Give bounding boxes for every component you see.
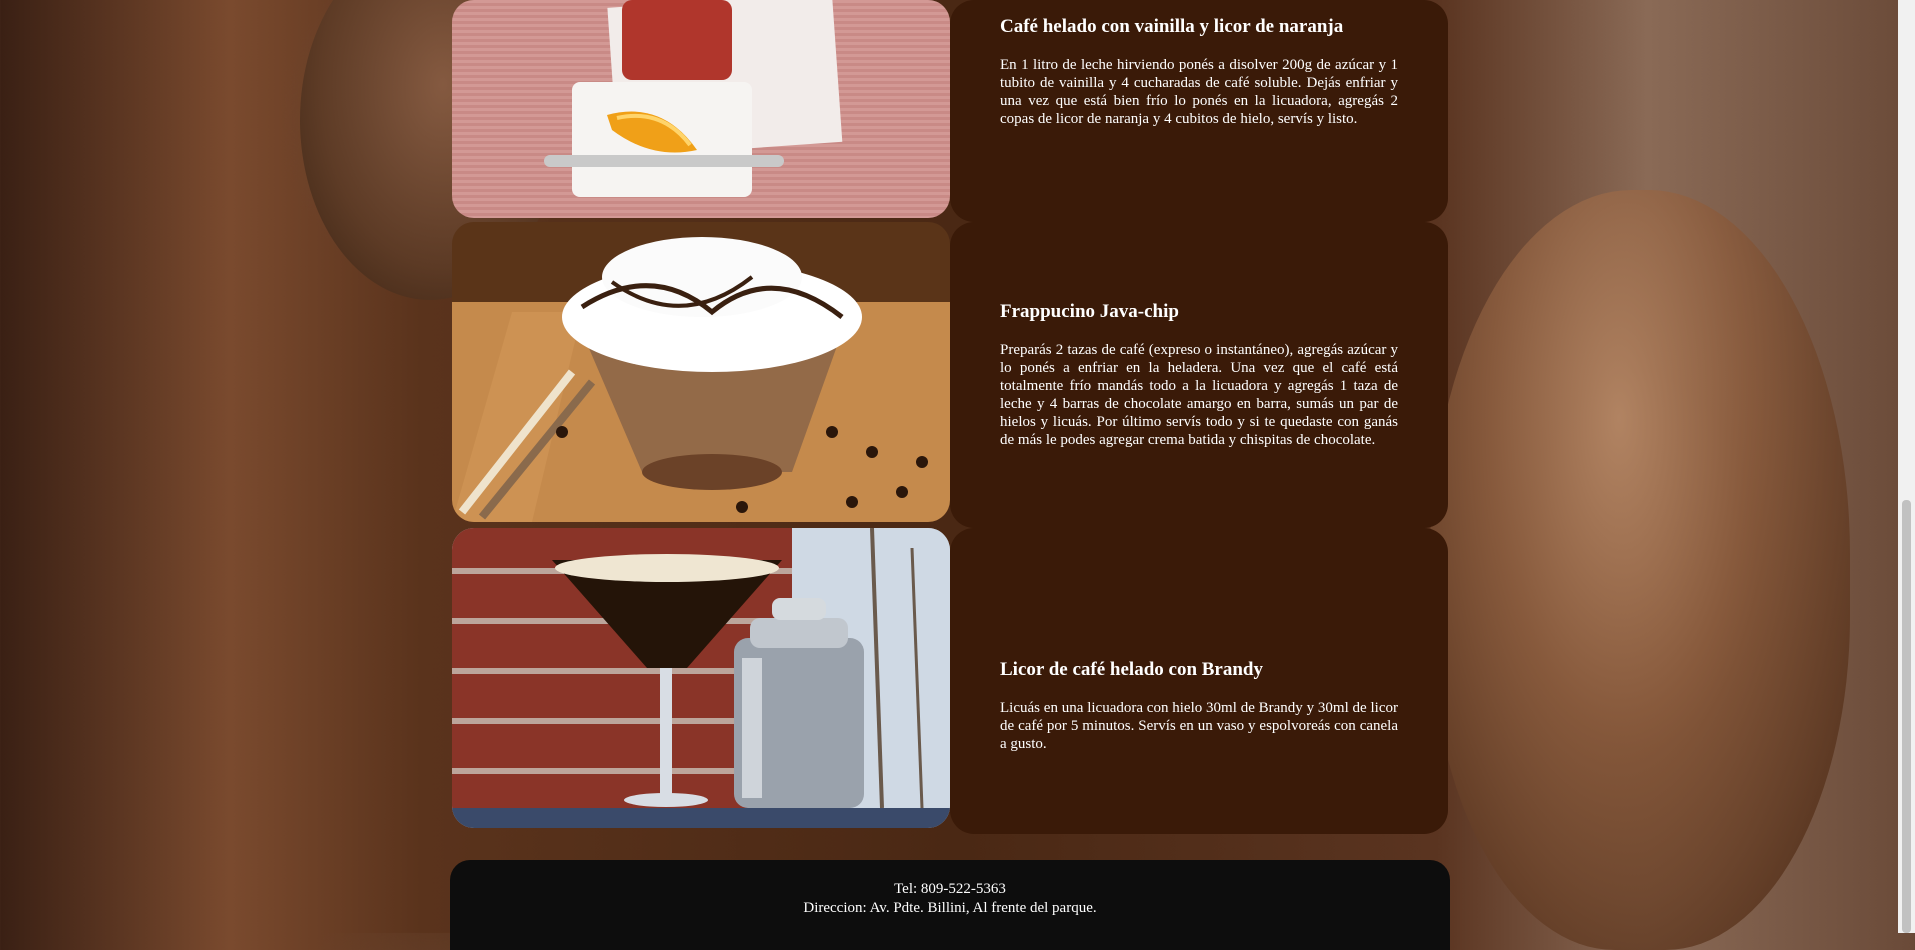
scrollbar-thumb[interactable]	[1902, 500, 1911, 933]
recipe-photo-cafe-helado	[452, 0, 950, 218]
footer-phone: Tel: 809-522-5363	[894, 881, 1006, 897]
site-footer: Tel: 809-522-5363 Direccion: Av. Pdte. B…	[450, 860, 1450, 950]
recipe-text: En 1 litro de leche hirviendo ponés a di…	[1000, 57, 1398, 127]
recipe-photo-frappucino	[452, 222, 950, 522]
recipe-text: Licuás en una licuadora con hielo 30ml d…	[1000, 700, 1398, 752]
recipe-card-3: Licor de café helado con Brandy Licuás e…	[950, 528, 1448, 834]
page-scrollbar[interactable]	[1898, 0, 1915, 933]
recipe-title: Licor de café helado con Brandy	[1000, 659, 1264, 680]
recipe-text: Preparás 2 tazas de café (expreso o inst…	[1000, 342, 1398, 448]
recipe-title: Café helado con vainilla y licor de nara…	[1000, 16, 1344, 37]
recipe-photo-licor-brandy	[452, 528, 950, 828]
recipe-title: Frappucino Java-chip	[1000, 301, 1179, 322]
recipe-card-2: Frappucino Java-chip Preparás 2 tazas de…	[950, 222, 1448, 528]
footer-address: Direccion: Av. Pdte. Billini, Al frente …	[803, 900, 1097, 916]
recipe-card-1: Café helado con vainilla y licor de nara…	[950, 0, 1448, 222]
background-coffee-bean-right	[1430, 190, 1850, 950]
